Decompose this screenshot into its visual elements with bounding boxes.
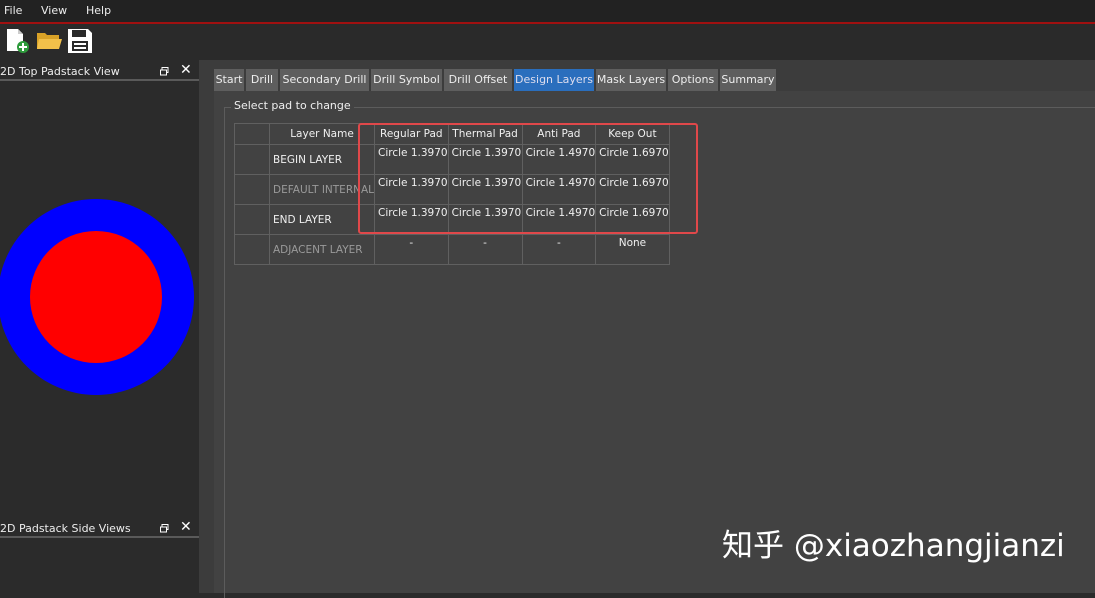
menu-view[interactable]: View	[41, 4, 67, 17]
tab-design-layers[interactable]: Design Layers	[514, 69, 594, 91]
watermark: 知乎 @xiaozhangjianzi	[722, 528, 1065, 564]
tab-secondary-drill[interactable]: Secondary Drill	[280, 69, 369, 91]
menu-bar: File View Help	[0, 0, 1095, 22]
close-icon[interactable]: ✕	[180, 63, 192, 77]
tab-summary[interactable]: Summary	[720, 69, 776, 91]
row-selector[interactable]	[234, 144, 270, 175]
menu-file[interactable]: File	[4, 4, 22, 17]
restore-icon[interactable]	[160, 67, 169, 76]
tab-drill-offset[interactable]: Drill Offset	[444, 69, 512, 91]
left-panel: 2D Top Padstack View ✕ 2D Padstack Side …	[0, 60, 204, 593]
table-row[interactable]: ADJACENT LAYER - - - None	[234, 234, 670, 265]
top-view-title: 2D Top Padstack View	[0, 65, 120, 78]
tab-options[interactable]: Options	[668, 69, 718, 91]
row-selector[interactable]	[234, 204, 270, 235]
anti-pad-cell[interactable]: -	[521, 234, 597, 265]
toolbar	[0, 24, 1095, 60]
tab-drill[interactable]: Drill	[246, 69, 278, 91]
regular-pad-cell[interactable]: -	[374, 234, 449, 265]
thermal-pad-cell[interactable]: -	[447, 234, 523, 265]
regular-pad-circle	[30, 231, 162, 363]
menu-help[interactable]: Help	[86, 4, 111, 17]
top-view-canvas	[0, 84, 199, 510]
tab-start[interactable]: Start	[214, 69, 244, 91]
restore-icon[interactable]	[160, 524, 169, 533]
side-view-title: 2D Padstack Side Views	[0, 522, 131, 535]
close-icon[interactable]: ✕	[180, 520, 192, 534]
row-selector[interactable]	[234, 174, 270, 205]
row-header-corner	[234, 123, 270, 145]
group-label: Select pad to change	[231, 99, 354, 112]
top-view-header: 2D Top Padstack View ✕	[0, 62, 199, 81]
row-selector[interactable]	[234, 234, 270, 265]
tab-drill-symbol[interactable]: Drill Symbol	[371, 69, 442, 91]
keep-out-cell[interactable]: None	[595, 234, 670, 265]
highlight-box	[358, 123, 698, 234]
side-view-header: 2D Padstack Side Views ✕	[0, 519, 199, 538]
new-file-icon[interactable]	[4, 27, 32, 55]
open-folder-icon[interactable]	[35, 27, 63, 55]
tab-mask-layers[interactable]: Mask Layers	[596, 69, 666, 91]
layer-name-cell[interactable]: ADJACENT LAYER	[268, 234, 376, 265]
save-icon[interactable]	[66, 27, 94, 55]
